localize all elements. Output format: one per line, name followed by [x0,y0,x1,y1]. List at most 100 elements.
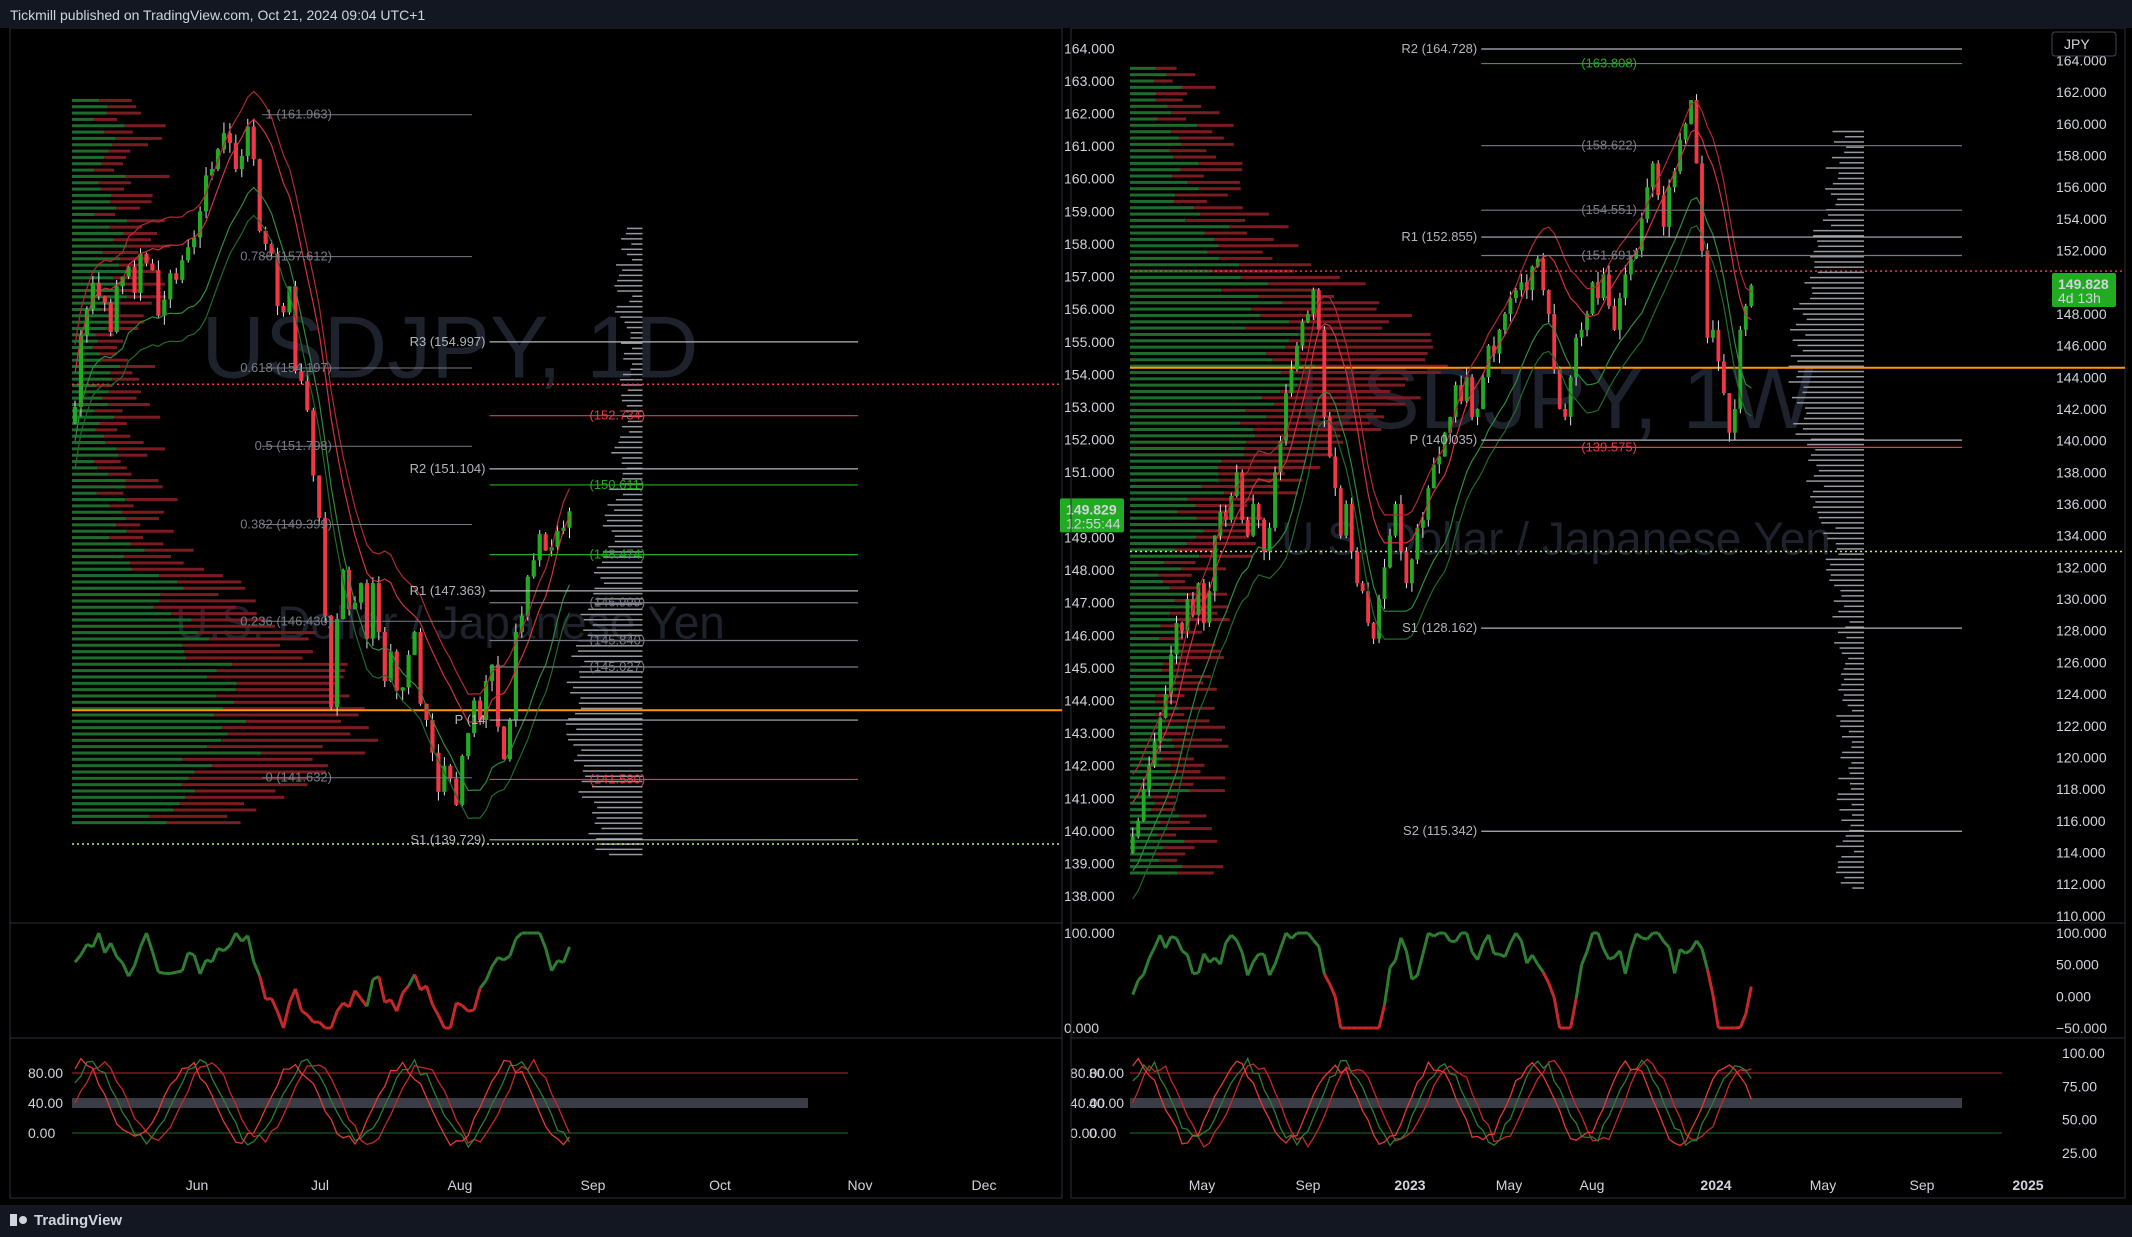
volume-bar-up [72,751,261,755]
session-volume-bar [568,718,643,720]
volume-bar-down [121,510,164,514]
candle-body [251,126,256,160]
volume-bar-up [1130,351,1267,355]
volume-bar-down [1169,586,1197,590]
session-volume-bar [1830,574,1864,576]
candle-body [1409,559,1414,584]
volume-bar-up [1130,345,1286,349]
candle-body [192,237,197,248]
volume-profile [72,98,379,825]
volume-bar-up [1130,535,1197,539]
oscillator-1-segment [1618,950,1627,975]
volume-bar-down [1178,136,1224,140]
volume-bar-down [1175,193,1228,197]
volume-bar-down [112,143,148,147]
volume-bar-down [1160,751,1183,755]
session-volume-bar [611,452,643,454]
session-volume-bar [1803,417,1864,420]
level-label: (146.999) [590,595,646,610]
volume-bar-up [1130,738,1173,742]
volume-bar-down [1170,770,1201,774]
session-volume-bar [1838,553,1864,555]
volume-bar-down [1184,839,1218,843]
session-volume-bar [1810,297,1864,300]
session-volume-bar [632,258,643,261]
oscillator-1-segment [1662,940,1671,949]
session-volume-bar [1838,172,1864,175]
volume-bar-down [1169,149,1207,153]
volume-bar-down [97,466,127,470]
oscillator-2-band [1130,1098,1962,1108]
oscillator-1-segment [175,969,183,974]
price-pane-border [9,28,1063,924]
candle-body [1546,290,1551,314]
candle-body [1267,527,1272,552]
volume-bar-down [107,105,137,109]
session-volume-bar [580,697,643,699]
oscillator-1-segment [270,997,279,1013]
price-tick-label: 112.000 [2056,876,2106,892]
volume-bar-up [1130,104,1168,108]
price-axis: 164.000 162.000 160.000 158.000 156.000 154.0… [2051,31,2117,924]
session-volume-bar [1814,261,1864,263]
oscillator-1-segment [377,976,387,1003]
volume-bar-up [1130,275,1241,279]
candle-body [1541,258,1546,291]
volume-bar-up [1130,858,1160,862]
volume-bar-up [1130,567,1182,571]
candle-body [1732,408,1737,433]
price-tick-label: 136.000 [2056,496,2107,512]
chart-canvas[interactable]: USDJPY, 1DU.S. Dollar / Japanese YenR3 (… [0,28,2132,1205]
volume-bar-up [1130,92,1157,96]
session-volume-bar [1813,235,1864,237]
volume-bar-down [159,599,256,603]
volume-bar-down [1218,244,1299,248]
volume-bar-down [124,124,166,128]
volume-bar-up [1130,668,1163,672]
volume-bar-down [103,434,131,438]
session-volume-bar [1850,788,1864,790]
volume-bar-up [1130,155,1174,159]
level-label: S1 (139.729) [410,832,485,847]
session-volume-bar [1844,151,1864,154]
volume-bar-down [1185,218,1246,222]
session-volume-bar [573,744,643,746]
tradingview-brand[interactable]: TradingView [10,1212,122,1229]
session-volume-bar [1851,814,1864,816]
oscillator-1-segment [1273,948,1282,965]
session-volume-bar [614,535,643,538]
session-volume-bar [630,337,643,339]
volume-bar-down [227,732,351,736]
candle-body [412,632,417,655]
volume-bar-up [72,200,111,204]
candle-body [1300,321,1305,346]
oscillator-1-segment [1443,932,1452,943]
volume-bar-up [1130,193,1176,197]
session-volume-bar [1817,240,1864,242]
volume-bar-up [72,605,154,609]
oscillator-1-segment [1656,932,1665,943]
volume-bar-down [159,574,223,578]
session-volume-bar [1832,130,1864,133]
oscillator-1-segment [1192,971,1199,976]
volume-bar-down [92,345,118,349]
level-label: R2 (164.728) [1401,41,1477,56]
oscillator-1-segment [180,952,190,972]
price-tick-label: 156.000 [2056,179,2107,195]
session-volume-bar [1844,876,1864,879]
volume-bar-down [1157,833,1177,837]
volume-bar-up [72,580,178,584]
volume-bar-up [1130,472,1219,476]
session-volume-bar [1844,135,1864,138]
volume-bar-up [72,231,124,235]
chart-panel-1: USDJPY, 1DU.S. Dollar / Japanese YenR3 (… [9,28,1124,1199]
oscillator-2-left-tick: 80.00 [28,1065,63,1081]
volume-bar-down [1221,459,1307,463]
session-volume-bar [1799,302,1864,305]
oscillator-1-segment [1317,946,1326,975]
oscillator-1-segment [353,989,363,1000]
session-volume-bar [1849,782,1864,785]
volume-bar-down [235,688,330,692]
volume-bar-up [1130,237,1215,241]
session-volume-bar [607,504,643,506]
